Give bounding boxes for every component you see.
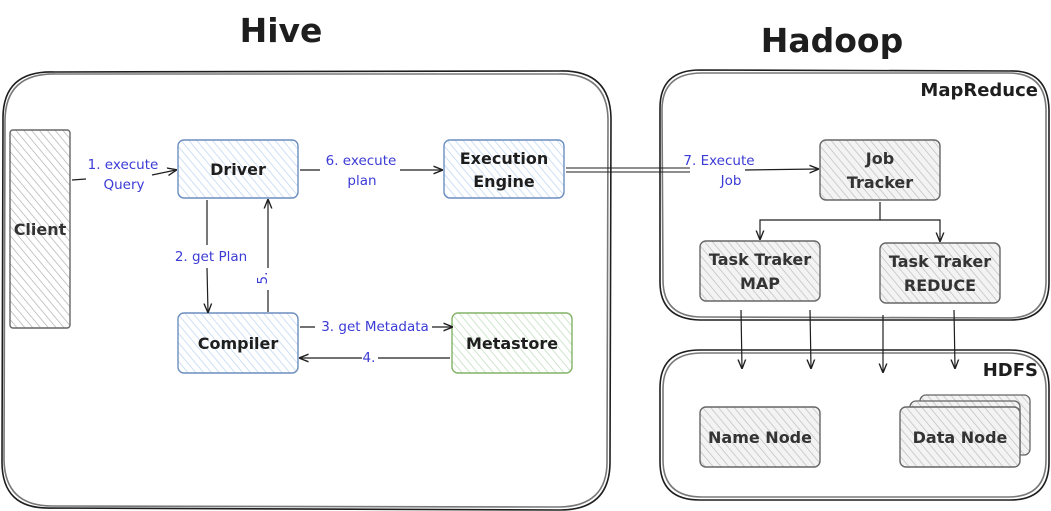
execution-engine-label-line1: Execution xyxy=(460,149,549,168)
task-tracker-reduce-label-line1: Task Traker xyxy=(889,252,991,271)
hive-hadoop-architecture-diagram: Hive Hadoop MapReduce HDFS Client Driver… xyxy=(1,11,1050,511)
compiler-node[interactable]: Compiler xyxy=(177,312,299,374)
data-node-label: Data Node xyxy=(913,428,1008,447)
edge-execute-query: 1. execute Query xyxy=(71,157,176,193)
job-tracker-label-line2: Tracker xyxy=(847,173,913,192)
edge-label-execute-plan-1: 6. execute xyxy=(326,153,397,169)
driver-label: Driver xyxy=(210,160,266,179)
edge-label-execute-query-2: Query xyxy=(103,177,144,193)
task-tracker-reduce-node[interactable]: Task Traker REDUCE xyxy=(879,242,1001,304)
compiler-label: Compiler xyxy=(198,334,279,353)
driver-node[interactable]: Driver xyxy=(177,139,299,199)
edge-label-execute-job-1: 7. Execute xyxy=(683,153,754,169)
edge-get-plan: 2. get Plan xyxy=(175,200,247,312)
edge-execute-job: 7. Execute Job xyxy=(566,153,818,189)
task-tracker-map-node[interactable]: Task Traker MAP xyxy=(699,240,821,302)
execution-engine-label-line2: Engine xyxy=(473,172,535,191)
hadoop-title: Hadoop xyxy=(761,21,903,60)
edge-plan-return: 5. xyxy=(255,200,271,312)
metastore-node[interactable]: Metastore xyxy=(451,312,573,374)
edge-get-metadata: 3. get Metadata xyxy=(300,319,452,335)
name-node[interactable]: Name Node xyxy=(699,406,821,468)
task-tracker-reduce-label-line2: REDUCE xyxy=(904,276,976,295)
edge-label-execute-plan-2: plan xyxy=(347,173,376,189)
edge-metadata-return: 4. xyxy=(300,350,450,366)
edge-execute-plan: 6. execute plan xyxy=(300,153,442,189)
job-tracker-label-line1: Job xyxy=(865,149,894,168)
task-tracker-map-label-line1: Task Traker xyxy=(709,250,811,269)
edge-label-metadata-return: 4. xyxy=(363,350,376,366)
client-label: Client xyxy=(14,220,67,239)
edge-label-get-plan: 2. get Plan xyxy=(175,249,247,265)
edge-label-execute-job-2: Job xyxy=(720,173,742,189)
hdfs-label: HDFS xyxy=(983,360,1038,381)
edge-label-plan-return: 5. xyxy=(255,272,271,285)
edge-job-to-task-trackers xyxy=(760,202,940,241)
mapreduce-label: MapReduce xyxy=(920,80,1038,101)
client-node[interactable]: Client xyxy=(9,129,71,329)
metastore-label: Metastore xyxy=(466,334,558,353)
job-tracker-node[interactable]: Job Tracker xyxy=(819,139,941,201)
name-node-label: Name Node xyxy=(708,428,812,447)
task-tracker-map-label-line2: MAP xyxy=(740,274,780,293)
data-node[interactable]: Data Node xyxy=(899,394,1031,468)
hive-title: Hive xyxy=(240,11,323,50)
edge-label-execute-query-1: 1. execute xyxy=(88,157,159,173)
edge-label-get-metadata: 3. get Metadata xyxy=(321,319,429,335)
execution-engine-node[interactable]: Execution Engine xyxy=(443,139,565,199)
hive-container xyxy=(1,70,612,511)
